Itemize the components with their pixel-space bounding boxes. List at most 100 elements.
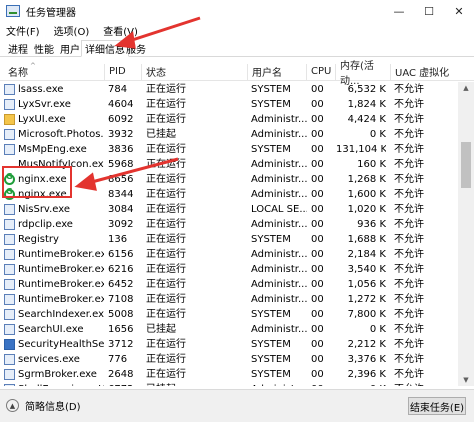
cell-pid: 5008 [108,309,134,320]
cell-memory: 0 K [336,382,386,386]
title-bar: 任务管理器 — ☐ ✕ [0,0,474,22]
process-icon [4,129,15,140]
cell-cpu: 00 [311,174,324,185]
column-status[interactable]: 状态 [142,62,247,81]
cell-pid: 6452 [108,279,134,290]
task-manager-icon [6,5,20,17]
menu-file[interactable]: 文件(F) [6,23,40,38]
scroll-up-icon[interactable]: ▲ [458,82,474,94]
table-row[interactable]: MsMpEng.exe 3836 正在运行 SYSTEM 00 131,104 K 不允许 [0,142,458,157]
cell-memory: 1,272 K [347,294,386,305]
cell-cpu: 00 [311,369,324,380]
table-row[interactable]: services.exe 776 正在运行 SYSTEM 00 3,376 K 不允许 [0,352,458,367]
tab-processes[interactable]: 进程 [4,40,32,57]
tab-users[interactable]: 用户 [56,40,84,57]
cell-uac: 不允许 [394,204,424,215]
table-row[interactable]: LyxUI.exe 6092 正在运行 Administr... 00 4,424 K 不允… [0,112,458,127]
cell-uac: 不允许 [394,114,424,125]
menu-options[interactable]: 选项(O) [54,23,90,38]
cell-uac: 不允许 [394,354,424,365]
end-task-button[interactable]: 结束任务(E) [408,397,466,415]
cell-memory: 3,540 K [347,264,386,275]
table-row[interactable]: SecurityHealthServi... 3712 正在运行 SYSTEM 00 2,… [0,337,458,352]
column-memory[interactable]: 内存(活动... [336,61,390,87]
cell-status: 正在运行 [146,279,186,290]
cell-uac: 不允许 [394,159,424,170]
cell-memory: 1,688 K [347,234,386,245]
blank-icon [4,159,15,170]
cell-memory: 2,184 K [347,249,386,260]
process-icon [4,384,15,386]
cell-cpu: 00 [311,99,324,110]
cell-name: LyxUI.exe [18,114,66,125]
cell-memory: 0 K [369,129,386,140]
column-username[interactable]: 用户名 [248,62,306,81]
minimize-button[interactable]: — [384,0,414,22]
table-row[interactable]: RuntimeBroker.exe 6156 正在运行 Administr... 00 2… [0,247,458,262]
cell-memory: 131,104 K [336,144,386,155]
cell-pid: 3836 [108,144,134,155]
nginx-icon [4,187,15,200]
scroll-thumb[interactable] [461,142,471,188]
table-row[interactable]: SearchUI.exe 1656 已挂起 Administr... 00 0 K 不允许 [0,322,458,337]
cell-status: 正在运行 [146,114,186,125]
table-row[interactable]: NisSrv.exe 3084 正在运行 LOCAL SE... 00 1,020 K 不允… [0,202,458,217]
cell-status: 正在运行 [146,309,186,320]
cell-username: Administr... [251,249,307,260]
close-button[interactable]: ✕ [444,0,474,22]
cell-username: SYSTEM [251,144,291,155]
table-row[interactable]: RuntimeBroker.exe 6216 正在运行 Administr... 00 3… [0,262,458,277]
table-row[interactable]: Registry 136 正在运行 SYSTEM 00 1,688 K 不允许 [0,232,458,247]
table-row[interactable]: ShellExperienceHo... 6772 已挂起 Administr... 0… [0,382,458,386]
cell-name: LyxSvr.exe [18,99,71,110]
table-row[interactable]: nginx.exe 8344 正在运行 Administr... 00 1,600 K 不允… [0,187,458,202]
menu-bar: 文件(F) 选项(O) 查看(V) [0,22,474,39]
column-name[interactable]: 名称 [4,62,104,81]
maximize-button[interactable]: ☐ [414,0,444,22]
cell-cpu: 00 [311,279,324,290]
shield-icon [4,339,15,350]
cell-uac: 不允许 [394,189,424,200]
table-row[interactable]: SgrmBroker.exe 2648 正在运行 SYSTEM 00 2,396 K 不允许 [0,367,458,382]
table-row[interactable]: LyxSvr.exe 4604 正在运行 SYSTEM 00 1,824 K 不允许 [0,97,458,112]
cell-status: 正在运行 [146,354,186,365]
process-list[interactable]: lsass.exe 784 正在运行 SYSTEM 00 6,532 K 不允许 LyxSvr… [0,82,458,386]
cell-status: 正在运行 [146,84,186,95]
cell-cpu: 00 [311,234,324,245]
cell-pid: 784 [108,84,128,95]
table-row[interactable]: lsass.exe 784 正在运行 SYSTEM 00 6,532 K 不允许 [0,82,458,97]
cell-username: Administr... [251,324,307,335]
cell-uac: 不允许 [394,84,424,95]
tab-performance[interactable]: 性能 [30,40,58,57]
cell-pid: 7108 [108,294,134,305]
tab-services[interactable]: 服务 [122,40,150,57]
cell-status: 正在运行 [146,144,186,155]
cell-memory: 1,020 K [347,204,386,215]
column-uac[interactable]: UAC 虚拟化 [391,62,458,81]
table-row[interactable]: Microsoft.Photos.e... 3932 已挂起 Administr...… [0,127,458,142]
cell-cpu: 00 [311,264,324,275]
table-row[interactable]: RuntimeBroker.exe 7108 正在运行 Administr... 00 1… [0,292,458,307]
column-cpu[interactable]: CPU [307,62,335,81]
column-pid[interactable]: PID [105,62,141,81]
cell-cpu: 00 [311,144,324,155]
cell-pid: 3712 [108,339,134,350]
table-row[interactable]: RuntimeBroker.exe 6452 正在运行 Administr... 00 1… [0,277,458,292]
table-row[interactable]: nginx.exe 8656 正在运行 Administr... 00 1,268 K 不允… [0,172,458,187]
vertical-scrollbar[interactable]: ▲ ▼ [458,82,474,386]
menu-view[interactable]: 查看(V) [103,23,138,38]
table-row[interactable]: SearchIndexer.exe 5008 正在运行 SYSTEM 00 7,800 K… [0,307,458,322]
cell-status: 正在运行 [146,234,186,245]
table-row[interactable]: MusNotifyIcon.exe 5968 正在运行 Administr... 00 1… [0,157,458,172]
cell-uac: 不允许 [394,144,424,155]
cell-name: MusNotifyIcon.exe [18,159,104,170]
process-icon [4,249,15,260]
table-row[interactable]: rdpclip.exe 3092 正在运行 Administr... 00 936 K 不允… [0,217,458,232]
scroll-down-icon[interactable]: ▼ [458,374,474,386]
cell-name: SecurityHealthServi... [18,339,104,350]
cell-cpu: 00 [311,294,324,305]
process-icon [4,369,15,380]
process-icon [4,324,15,335]
fewer-details-toggle[interactable]: ▲ 简略信息(D) [6,398,81,413]
cell-memory: 7,800 K [347,309,386,320]
